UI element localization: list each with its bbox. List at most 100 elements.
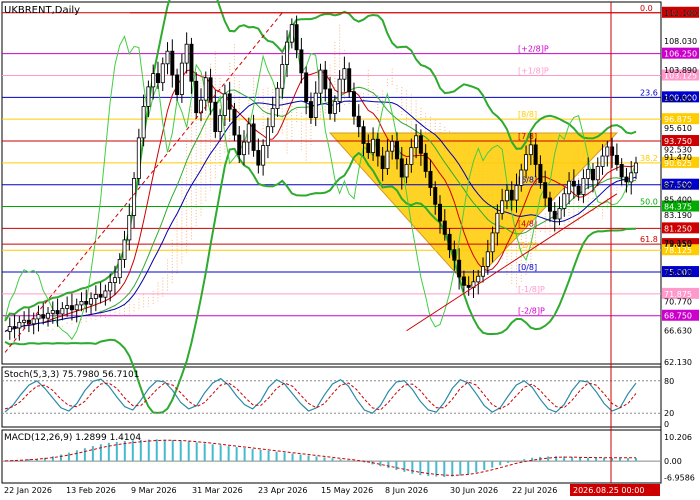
candle-bear bbox=[84, 301, 89, 305]
candle-bull bbox=[524, 154, 529, 171]
candle-bull bbox=[74, 304, 79, 311]
candle-bull bbox=[136, 137, 141, 179]
level-label-3: 23.6 bbox=[640, 88, 658, 97]
candle-bull bbox=[557, 208, 562, 220]
x-tick-5: 15 May 2026 bbox=[321, 486, 373, 495]
candle-bear bbox=[41, 314, 46, 319]
candle-bull bbox=[151, 73, 156, 88]
candle-bull bbox=[265, 126, 270, 146]
candle-bear bbox=[208, 77, 213, 103]
y-tick-4: 95.610 bbox=[664, 124, 692, 133]
candle-bull bbox=[22, 319, 27, 323]
candle-bull bbox=[165, 50, 170, 65]
stoch-tick-2: 0 bbox=[664, 420, 669, 429]
candle-bear bbox=[428, 171, 433, 188]
candle-bull bbox=[485, 251, 490, 267]
y-tick-6: 87.330 bbox=[664, 182, 692, 191]
chart-title: UKBRENT,Daily bbox=[4, 5, 80, 16]
candle-bear bbox=[533, 144, 538, 165]
candle-bull bbox=[280, 64, 285, 89]
candle-bull bbox=[581, 178, 586, 195]
candle-bull bbox=[313, 92, 318, 119]
candle-bear bbox=[394, 140, 399, 160]
level-label-6: 38.2 bbox=[640, 154, 658, 163]
candle-bear bbox=[55, 310, 60, 315]
candle-bear bbox=[155, 73, 160, 84]
candle-bear bbox=[308, 101, 313, 119]
candle-bear bbox=[418, 135, 423, 154]
candle-bear bbox=[433, 187, 438, 205]
candle-bear bbox=[194, 80, 199, 114]
candle-bear bbox=[624, 176, 629, 183]
candle-bear bbox=[227, 93, 232, 110]
price-tag-1: 85.400 bbox=[664, 195, 692, 204]
y-tick-12: 62.130 bbox=[664, 358, 692, 367]
x-tick-6: 8 Jun 2026 bbox=[385, 486, 428, 495]
candle-bear bbox=[351, 91, 356, 117]
candle-bear bbox=[552, 210, 557, 220]
level-tag-text-4: 96.875 bbox=[664, 115, 692, 124]
candle-bull bbox=[122, 239, 127, 260]
x-tick-0: 22 Jan 2026 bbox=[4, 486, 52, 495]
y-tick-5: 91.470 bbox=[664, 153, 692, 162]
candle-bull bbox=[481, 266, 486, 277]
y-tick-0: 112.100 bbox=[664, 9, 697, 18]
x-tick-1: 13 Feb 2026 bbox=[66, 486, 116, 495]
candle-bear bbox=[213, 101, 218, 132]
candle-bear bbox=[251, 123, 256, 151]
candle-bull bbox=[242, 141, 247, 156]
stoch-tick-1: 20 bbox=[664, 409, 674, 418]
macd-tick-0: 10.206 bbox=[664, 433, 692, 442]
candle-bull bbox=[179, 62, 184, 95]
x-tick-3: 31 Mar 2026 bbox=[192, 486, 243, 495]
candle-bear bbox=[69, 305, 74, 311]
candle-bear bbox=[323, 69, 328, 90]
candle-bull bbox=[36, 314, 41, 320]
candle-bull bbox=[65, 305, 70, 309]
candle-bear bbox=[328, 88, 333, 114]
level-tag-text-9: 81.250 bbox=[664, 224, 692, 233]
candle-bull bbox=[490, 232, 495, 253]
candle-bear bbox=[366, 143, 371, 153]
level-tag-text-1: 106.250 bbox=[664, 50, 697, 59]
candle-bull bbox=[504, 189, 509, 202]
candle-bear bbox=[12, 326, 17, 329]
candle-bull bbox=[562, 193, 567, 209]
candle-bull bbox=[414, 135, 419, 149]
candle-bull bbox=[89, 298, 94, 305]
x-tick-4: 23 Apr 2026 bbox=[258, 486, 307, 495]
level-label-11: [1/8] bbox=[518, 241, 537, 250]
candle-bear bbox=[619, 164, 624, 178]
candle-bear bbox=[447, 233, 452, 251]
candle-bear bbox=[299, 49, 304, 74]
candle-bear bbox=[304, 72, 309, 102]
macd-tick-1: 0.00 bbox=[664, 457, 682, 466]
candle-bull bbox=[285, 41, 290, 65]
candle-bull bbox=[289, 24, 294, 43]
candle-bear bbox=[356, 115, 361, 128]
candle-bull bbox=[141, 106, 146, 139]
candle-bull bbox=[31, 318, 36, 325]
candle-bull bbox=[342, 68, 347, 80]
candle-bear bbox=[571, 180, 576, 187]
candle-bull bbox=[629, 172, 634, 183]
candle-bear bbox=[189, 43, 194, 82]
x-tick-8: 22 Jul 2026 bbox=[512, 486, 557, 495]
candle-bull bbox=[605, 146, 610, 157]
candle-bull bbox=[495, 212, 500, 234]
candle-bear bbox=[347, 68, 352, 93]
candle-bull bbox=[218, 115, 223, 132]
y-tick-11: 66.630 bbox=[664, 327, 692, 336]
candle-bull bbox=[127, 215, 132, 241]
candle-bear bbox=[547, 197, 552, 212]
candle-bear bbox=[375, 138, 380, 157]
candle-bear bbox=[256, 150, 261, 166]
x-tick-2: 9 Mar 2026 bbox=[131, 486, 177, 495]
candle-bear bbox=[442, 220, 447, 235]
candle-bull bbox=[117, 259, 122, 279]
candle-bull bbox=[132, 178, 137, 216]
candle-bull bbox=[146, 86, 151, 107]
candle-bear bbox=[538, 164, 543, 184]
candle-bear bbox=[590, 168, 595, 181]
level-label-4: [8/8] bbox=[518, 110, 537, 119]
